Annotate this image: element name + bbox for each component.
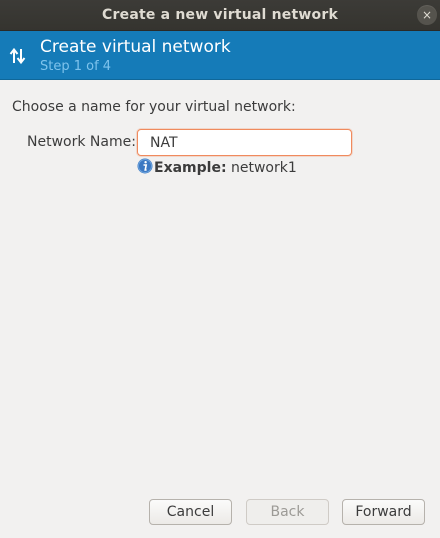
example-label: Example: — [154, 160, 227, 176]
name-prompt: Choose a name for your virtual network: — [12, 99, 296, 115]
network-arrows-icon — [9, 47, 26, 65]
window-title: Create a new virtual network — [102, 7, 338, 23]
example-hint: Example: network1 — [137, 158, 297, 178]
wizard-step: Step 1 of 4 — [40, 59, 112, 74]
back-button[interactable]: Back — [246, 499, 329, 525]
title-bar[interactable]: Create a new virtual network × — [0, 0, 440, 31]
forward-button[interactable]: Forward — [342, 499, 425, 525]
dialog-window: Create a new virtual network × Create vi… — [0, 0, 440, 538]
close-icon[interactable]: × — [417, 5, 437, 25]
network-name-label: Network Name: — [27, 134, 136, 150]
wizard-title: Create virtual network — [40, 37, 231, 57]
wizard-header: Create virtual network Step 1 of 4 — [0, 31, 440, 80]
network-name-input[interactable] — [137, 129, 352, 156]
example-value: network1 — [226, 160, 297, 176]
cancel-button[interactable]: Cancel — [149, 499, 232, 525]
info-icon — [137, 158, 153, 174]
